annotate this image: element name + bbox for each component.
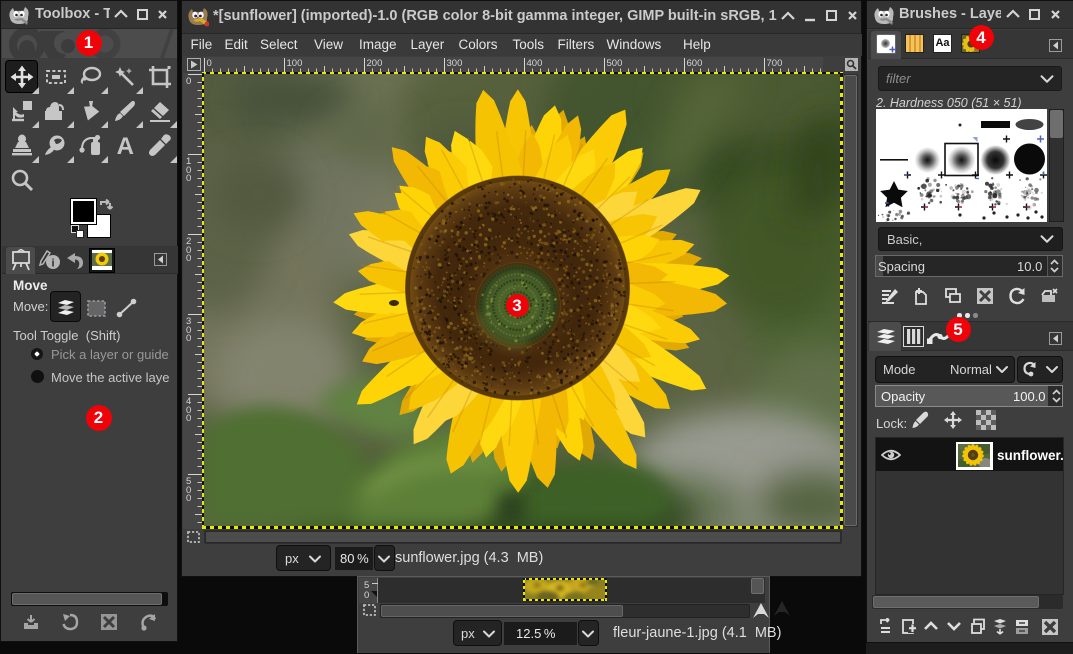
svg-text:i: i bbox=[51, 258, 54, 270]
